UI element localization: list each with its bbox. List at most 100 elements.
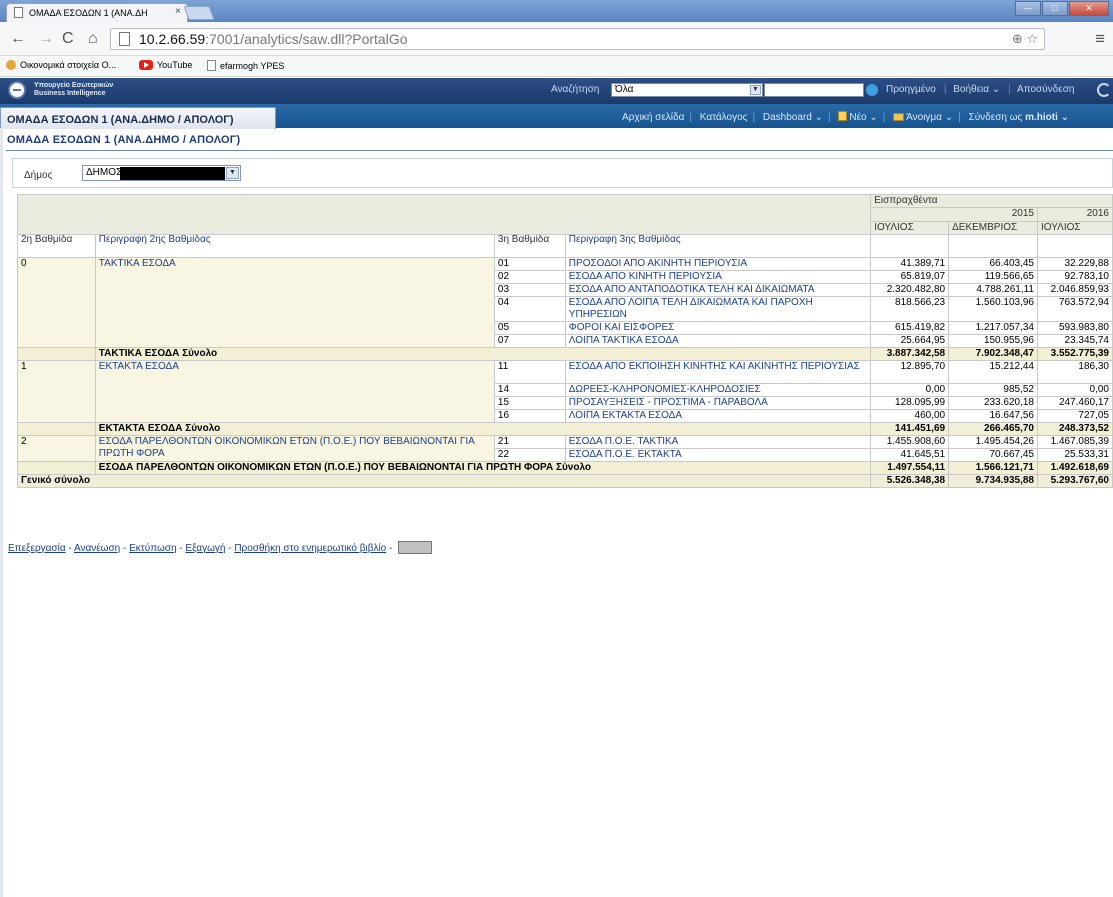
level3-code: 21 <box>493 435 566 449</box>
amount-cell: 247.460,17 <box>1037 396 1113 410</box>
subtotal-spacer <box>17 461 96 475</box>
refresh-link[interactable]: Ανανέωση <box>74 543 120 554</box>
chrome-menu-icon[interactable]: ≡ <box>1095 29 1105 49</box>
copy-button[interactable] <box>398 541 433 554</box>
signed-in-label: Σύνδεση ως <box>968 112 1023 123</box>
new-menu[interactable]: Νέο ⌄ <box>849 112 877 123</box>
dashboard-tab[interactable]: ΟΜΑΔΑ ΕΣΟΔΩΝ 1 (ΑΝΑ.ΔΗΜΟ / ΑΠΟΛΟΓ) <box>0 107 276 129</box>
level3-code: 01 <box>493 257 566 271</box>
level3-desc-link[interactable]: ΕΣΟΔΑ ΑΠΟ ΛΟΙΠΑ ΤΕΛΗ ΔΙΚΑΙΩΜΑΤΑ ΚΑΙ ΠΑΡΟ… <box>564 296 872 322</box>
level2-desc-link[interactable]: ΤΑΚΤΙΚΑ ΕΣΟΔΑ <box>94 257 495 348</box>
user-menu[interactable]: m.hioti ⌄ <box>1025 112 1069 123</box>
year-header: 2016 <box>1037 207 1113 222</box>
level3-desc-link[interactable]: ΕΣΟΔΑ ΑΠΟ ΕΚΠΟΙΗΣΗ ΚΙΝΗΤΗΣ ΚΑΙ ΑΚΙΝΗΤΗΣ … <box>564 360 872 384</box>
dashboard-menu[interactable]: Dashboard ⌄ <box>763 112 823 123</box>
catalog-link[interactable]: Κατάλογος <box>700 112 748 123</box>
reload-icon[interactable]: C <box>62 30 74 48</box>
level2-code: 1 <box>17 360 96 423</box>
amount-cell: 1.217.057,34 <box>948 321 1038 335</box>
level3-code: 03 <box>493 283 566 297</box>
help-menu[interactable]: Βοήθεια ⌄ <box>953 84 1000 95</box>
amount-cell: 0,00 <box>1037 383 1113 397</box>
subtotal-amount: 1.497.554,11 <box>870 461 950 475</box>
add-to-briefing-book-link[interactable]: Προσθήκη στο ενημερωτικό βιβλίο <box>234 543 386 554</box>
amount-cell: 119.566,65 <box>948 270 1038 284</box>
page-left-edge <box>0 128 3 897</box>
browser-toolbar: ← → C ⌂ 10.2.66.59:7001/analytics/saw.dl… <box>0 22 1113 56</box>
subtotal-spacer <box>17 347 96 361</box>
level3-code: 04 <box>493 296 566 322</box>
level3-desc-link[interactable]: ΦΟΡΟΙ ΚΑΙ ΕΙΣΦΟΡΕΣ <box>564 321 872 335</box>
level3-desc-link[interactable]: ΛΟΙΠΑ ΤΑΚΤΙΚΑ ΕΣΟΔΑ <box>564 334 872 348</box>
amount-cell: 25.533,31 <box>1037 448 1113 462</box>
export-link[interactable]: Εξαγωγή <box>185 543 225 554</box>
level3-desc-link[interactable]: ΔΩΡΕΕΣ-ΚΛΗΡΟΝΟΜΙΕΣ-ΚΛΗΡΟΔΟΣΙΕΣ <box>564 383 872 397</box>
bookmark-item[interactable]: Οικονομικά στοιχεία Ο... <box>6 60 116 70</box>
amount-cell: 12.895,70 <box>870 360 950 384</box>
back-icon[interactable]: ← <box>10 30 26 48</box>
level2-desc-link[interactable]: ΕΣΟΔΑ ΠΑΡΕΛΘΟΝΤΩΝ ΟΙΚΟΝΟΜΙΚΩΝ ΕΤΩΝ (Π.Ο.… <box>94 435 495 462</box>
close-tab-icon[interactable]: × <box>175 6 181 17</box>
level3-desc-link[interactable]: ΠΡΟΣΟΔΟΙ ΑΠΟ ΑΚΙΝΗΤΗ ΠΕΡΙΟΥΣΙΑ <box>564 257 872 271</box>
level3-desc-link[interactable]: ΛΟΙΠΑ ΕΚΤΑΚΤΑ ΕΣΟΔΑ <box>564 409 872 423</box>
print-link[interactable]: Εκτύπωση <box>129 543 176 554</box>
window-controls: — □ ✕ <box>1014 1 1109 16</box>
amount-cell: 2.046.859,93 <box>1037 283 1113 297</box>
search-input[interactable] <box>764 83 864 97</box>
level3-code: 02 <box>493 270 566 284</box>
edit-link[interactable]: Επεξεργασία <box>8 543 66 554</box>
amount-cell: 2.320.482,80 <box>870 283 950 297</box>
level2-desc-link[interactable]: ΕΚΤΑΚΤΑ ΕΣΟΔΑ <box>94 360 495 423</box>
amount-cell: 593.983,80 <box>1037 321 1113 335</box>
page-icon <box>14 7 23 18</box>
search-go-icon[interactable] <box>866 84 878 96</box>
advanced-link[interactable]: Προηγμένο <box>886 84 936 95</box>
amount-cell: 32.229,88 <box>1037 257 1113 271</box>
subtotal-amount: 248.373,52 <box>1037 422 1113 436</box>
bookmark-item[interactable]: efarmogh YPES <box>207 60 284 71</box>
refresh-icon[interactable] <box>1097 83 1111 97</box>
page-title: ΟΜΑΔΑ ΕΣΟΔΩΝ 1 (ΑΝΑ.ΔΗΜΟ / ΑΠΟΛΟΓ) <box>7 134 241 146</box>
subtotal-label: ΤΑΚΤΙΚΑ ΕΣΟΔΑ Σύνολο <box>94 347 872 361</box>
level3-desc-link[interactable]: ΠΡΟΣΑΥΞΗΣΕΙΣ - ΠΡΟΣΤΙΜΑ - ΠΑΡΑΒΟΛΑ <box>564 396 872 410</box>
signout-link[interactable]: Αποσύνδεση <box>1017 84 1074 95</box>
home-icon[interactable]: ⌂ <box>88 30 98 48</box>
page-info-icon <box>119 32 130 46</box>
amount-cell: 15.212,44 <box>948 360 1038 384</box>
subtotal-row: ΕΣΟΔΑ ΠΑΡΕΛΘΟΝΤΩΝ ΟΙΚΟΝΟΜΙΚΩΝ ΕΤΩΝ (Π.Ο.… <box>17 461 1113 475</box>
obi-header: Υπουργείο Εσωτερικών Business Intelligen… <box>0 78 1113 103</box>
municipality-select[interactable]: ΔΗΜΟΣ ▼ <box>82 165 241 181</box>
divider <box>6 150 1113 151</box>
dashboard-links: Αρχική σελίδα | Κατάλογος | Dashboard ⌄ | Ν… <box>622 111 1070 123</box>
search-scope-select[interactable]: Όλα ▼ <box>611 83 763 97</box>
amount-cell: 763.572,94 <box>1037 296 1113 322</box>
minimize-icon[interactable]: — <box>1015 1 1041 16</box>
home-link[interactable]: Αρχική σελίδα <box>622 112 684 123</box>
subtotal-amount: 7.902.348,47 <box>948 347 1038 361</box>
level3-code: 14 <box>493 383 566 397</box>
amount-cell: 186,30 <box>1037 360 1113 384</box>
forward-icon[interactable]: → <box>38 30 54 48</box>
address-bar[interactable]: 10.2.66.59:7001/analytics/saw.dll?Portal… <box>110 28 1045 50</box>
open-menu[interactable]: Άνοιγμα ⌄ <box>906 112 953 123</box>
url-host: 10.2.66.59 <box>139 31 206 47</box>
subtotal-amount: 1.566.121,71 <box>948 461 1038 475</box>
page-icon <box>207 60 216 71</box>
col-header-level2: 2η Βαθμίδα <box>17 234 96 258</box>
new-tab-button[interactable] <box>183 6 215 20</box>
amount-cell: 615.419,82 <box>870 321 950 335</box>
zoom-star-icons[interactable]: ⊕ ☆ <box>1012 31 1038 47</box>
close-window-icon[interactable]: ✕ <box>1069 1 1109 16</box>
level3-desc-link[interactable]: ΕΣΟΔΑ ΑΠΟ ΚΙΝΗΤΗ ΠΕΡΙΟΥΣΙΑ <box>564 270 872 284</box>
level3-desc-link[interactable]: ΕΣΟΔΑ Π.Ο.Ε. ΕΚΤΑΚΤΑ <box>564 448 872 462</box>
maximize-icon[interactable]: □ <box>1042 1 1068 16</box>
amount-cell: 41.645,51 <box>870 448 950 462</box>
level3-desc-link[interactable]: ΕΣΟΔΑ Π.Ο.Ε. ΤΑΚΤΙΚΑ <box>564 435 872 449</box>
level3-desc-link[interactable]: ΕΣΟΔΑ ΑΠΟ ΑΝΤΑΠΟΔΟΤΙΚΑ ΤΕΛΗ ΚΑΙ ΔΙΚΑΙΩΜΑ… <box>564 283 872 297</box>
prompt-label: Δήμος <box>24 170 53 181</box>
month-header: ΙΟΥΛΙΟΣ <box>870 220 950 236</box>
browser-tab[interactable]: ΟΜΑΔΑ ΕΣΟΔΩΝ 1 (ΑΝΑ.ΔΗ × <box>6 3 188 22</box>
subtotal-amount: 266.465,70 <box>948 422 1038 436</box>
new-icon <box>838 111 848 121</box>
bookmark-youtube[interactable]: YouTube <box>139 60 192 70</box>
